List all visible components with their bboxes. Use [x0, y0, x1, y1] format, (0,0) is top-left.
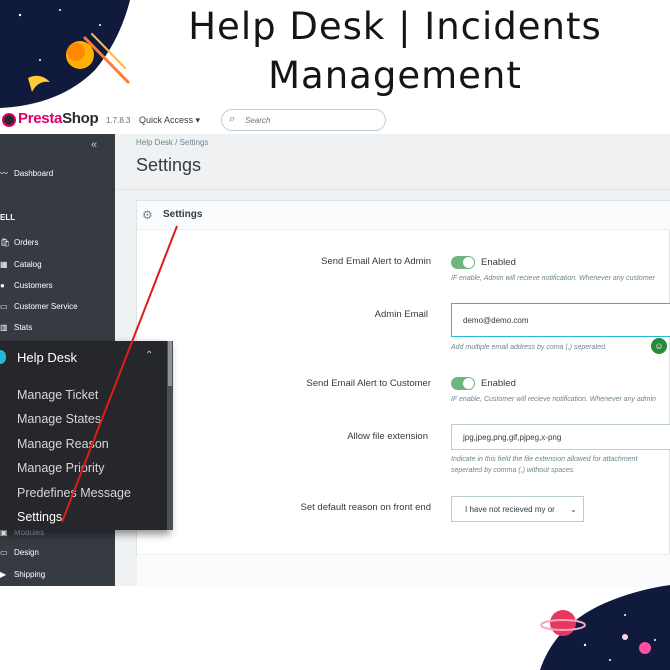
alert-customer-label: Send Email Alert to Customer	[306, 378, 431, 389]
alert-admin-label: Send Email Alert to Admin	[321, 256, 431, 267]
sidebar-item-design[interactable]: ▭ Design	[0, 542, 115, 562]
stats-icon: ▥	[0, 322, 8, 332]
sidebar-section-sell: ELL	[0, 213, 16, 222]
design-icon: ▭	[0, 547, 8, 557]
alert-admin-state: Enabled	[481, 257, 516, 268]
sidebar-item-label: Customers	[14, 280, 53, 290]
sidebar-item-label: Orders	[14, 237, 39, 247]
menu-item-manage-priority[interactable]: Manage Priority	[17, 461, 105, 475]
sidebar-item-shipping[interactable]: ▶ Shipping	[0, 564, 115, 584]
sidebar-item-customers[interactable]: ● Customers	[0, 275, 115, 295]
menu-item-manage-ticket[interactable]: Manage Ticket	[17, 388, 98, 402]
headline-line-2: Management	[268, 54, 522, 97]
page-title: Settings	[136, 155, 202, 175]
default-reason-value: I have not recieved my or	[465, 504, 555, 514]
quick-access-button[interactable]: Quick Access ▾	[139, 115, 200, 126]
catalog-icon: ▦	[0, 259, 8, 269]
sidebar-item-label: Stats	[14, 322, 33, 332]
gears-icon: ⚙	[142, 208, 153, 222]
file-extension-input[interactable]	[451, 424, 670, 450]
prestashop-logo[interactable]: PrestaShop	[18, 110, 99, 127]
alert-admin-toggle[interactable]	[451, 256, 475, 269]
panel-footer	[137, 554, 670, 587]
help-desk-submenu	[0, 341, 167, 530]
version-label: 1.7.8.3	[106, 116, 131, 125]
admin-email-input[interactable]	[451, 303, 670, 337]
orders-icon: 🛍	[0, 237, 11, 247]
alert-customer-toggle[interactable]	[451, 377, 475, 390]
file-extension-help-1: Indicate in this field the file extensio…	[451, 456, 638, 463]
sidebar-item-label: Dashboard	[14, 168, 54, 178]
sidebar-item-label: Shipping	[14, 569, 46, 579]
submenu-scrollbar-thumb[interactable]	[168, 341, 172, 386]
panel-title: Settings	[163, 209, 203, 220]
sidebar-item-customer-service[interactable]: ▭ Customer Service	[0, 296, 115, 316]
header-divider	[115, 189, 670, 190]
default-reason-label: Set default reason on front end	[300, 502, 431, 513]
sidebar-item-label: Design	[14, 547, 39, 557]
alert-customer-state: Enabled	[481, 378, 516, 389]
assistant-icon[interactable]: ☺	[651, 338, 667, 354]
default-reason-select[interactable]: I have not recieved my or ⌄	[451, 496, 584, 522]
collapse-sidebar-icon[interactable]: «	[91, 139, 97, 151]
customers-icon: ●	[0, 280, 5, 290]
sidebar-item-label: Catalog	[14, 259, 42, 269]
space-illustration-bottom	[540, 585, 670, 670]
customer-service-icon: ▭	[0, 301, 8, 311]
menu-item-manage-states[interactable]: Manage States	[17, 412, 101, 426]
panel-header	[137, 201, 670, 230]
file-extension-label: Allow file extension	[347, 431, 428, 442]
shipping-icon: ▶	[0, 569, 7, 579]
search-input[interactable]	[245, 113, 375, 127]
chevron-down-icon: ⌄	[570, 504, 577, 514]
sidebar-item-catalog[interactable]: ▦ Catalog	[0, 254, 115, 274]
sidebar-item-stats[interactable]: ▥ Stats	[0, 317, 115, 337]
file-extension-help-2: seperated by comma (,) without spaces.	[451, 467, 576, 474]
sidebar-item-dashboard[interactable]: 〰 Dashboard	[0, 163, 115, 183]
menu-item-manage-reason[interactable]: Manage Reason	[17, 437, 109, 451]
search-icon: ⌕	[229, 113, 236, 125]
admin-email-help: Add multiple email address by coma (,) s…	[451, 344, 608, 351]
promo-headline: Help Desk | Incidents Management	[140, 2, 650, 100]
headline-line-1: Help Desk | Incidents	[188, 5, 602, 48]
sidebar-item-label: Customer Service	[14, 301, 78, 311]
space-illustration-top	[0, 0, 130, 108]
alert-customer-help: IF enable, Customer will recieve notific…	[451, 396, 656, 403]
menu-item-predefines-message[interactable]: Predefines Message	[17, 486, 131, 500]
prestashop-logo-icon[interactable]	[2, 113, 16, 127]
breadcrumb[interactable]: Help Desk / Settings	[136, 138, 208, 147]
admin-email-label: Admin Email	[374, 309, 428, 320]
chevron-up-icon[interactable]: ⌃	[145, 350, 153, 361]
alert-admin-help: IF enable, Admin will recieve notificati…	[451, 275, 655, 282]
help-desk-menu-title[interactable]: Help Desk	[17, 350, 77, 365]
dashboard-icon: 〰	[0, 168, 8, 178]
menu-item-settings[interactable]: Settings	[17, 510, 62, 524]
sidebar-item-orders[interactable]: 🛍 Orders	[0, 232, 115, 252]
